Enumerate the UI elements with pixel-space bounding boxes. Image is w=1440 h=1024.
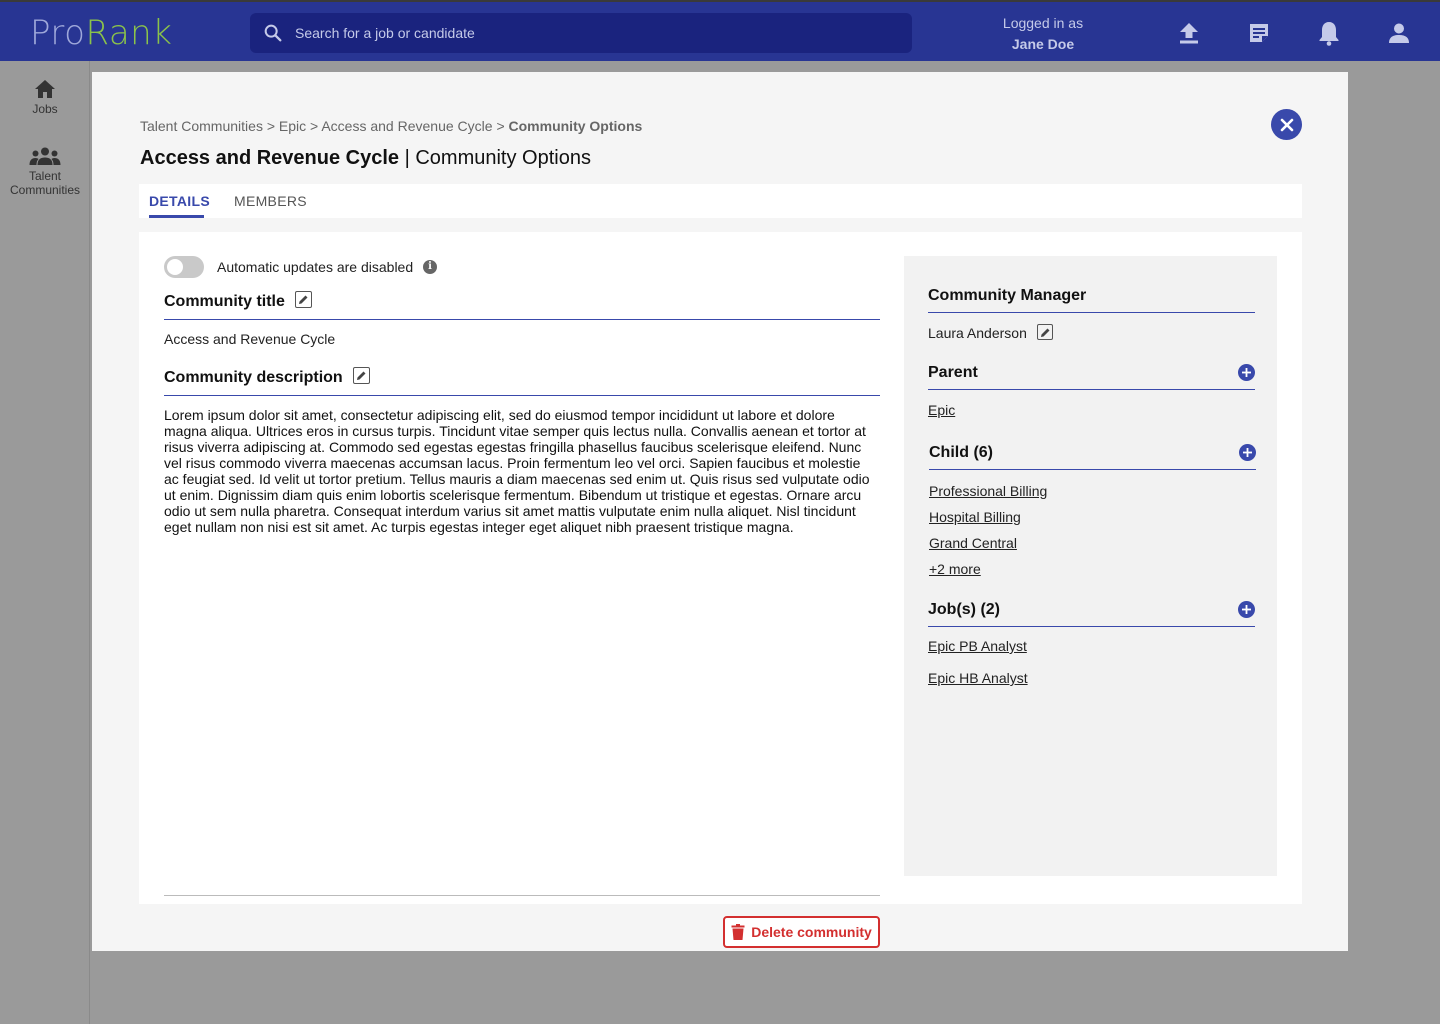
child-link[interactable]: Hospital Billing — [929, 509, 1021, 525]
manager-name-text: Laura Anderson — [928, 325, 1027, 341]
side-nav: Jobs Talent Communities — [0, 61, 90, 1024]
search-icon — [264, 24, 282, 42]
breadcrumb-access-revenue[interactable]: Access and Revenue Cycle — [321, 118, 492, 134]
breadcrumb-separator: > — [266, 118, 276, 134]
account-icon[interactable] — [1385, 19, 1413, 47]
breadcrumb-current: Community Options — [508, 118, 643, 134]
community-relations-panel: Community Manager Laura Anderson Parent … — [904, 256, 1277, 876]
close-button[interactable] — [1271, 109, 1302, 140]
parent-heading-text: Parent — [928, 364, 978, 381]
notes-icon[interactable] — [1245, 19, 1273, 47]
upload-icon[interactable] — [1175, 19, 1203, 47]
sidebar-item-talent-communities[interactable]: Talent Communities — [0, 147, 90, 197]
community-options-modal: Talent Communities > Epic > Access and R… — [92, 72, 1348, 951]
bell-icon[interactable] — [1315, 19, 1343, 47]
sidebar-item-jobs[interactable]: Jobs — [0, 79, 90, 116]
page-title: Access and Revenue Cycle | Community Opt… — [140, 147, 591, 170]
auto-update-toggle[interactable] — [164, 256, 204, 278]
parent-link-epic[interactable]: Epic — [928, 402, 955, 418]
community-manager-name: Laura Anderson — [928, 324, 1053, 342]
toggle-knob — [167, 259, 183, 275]
community-description-heading-text: Community description — [164, 369, 343, 386]
close-icon — [1280, 118, 1293, 131]
child-heading: Child (6) — [929, 444, 1256, 470]
add-parent-icon[interactable] — [1238, 364, 1255, 381]
search-input[interactable] — [295, 21, 895, 45]
people-icon — [29, 147, 61, 165]
community-manager-heading: Community Manager — [928, 287, 1255, 313]
auto-update-label: Automatic updates are disabled — [217, 259, 414, 275]
logged-in-label: Logged in as — [1002, 15, 1084, 31]
community-title-heading: Community title — [164, 291, 880, 320]
sidebar-item-label: Talent Communities — [9, 169, 81, 197]
tab-bar: DETAILS MEMBERS — [139, 184, 1302, 218]
trash-icon — [731, 924, 745, 940]
active-tab-indicator — [149, 215, 204, 218]
child-link[interactable]: Grand Central — [929, 535, 1017, 551]
community-manager-heading-text: Community Manager — [928, 287, 1087, 304]
logged-in-info: Logged in as Jane Doe — [983, 13, 1103, 55]
top-app-bar: ProRank Logged in as Jane Doe — [0, 0, 1440, 61]
edit-description-icon[interactable] — [353, 367, 371, 385]
page-title-section: Community Options — [415, 147, 591, 169]
job-link[interactable]: Epic PB Analyst — [928, 638, 1027, 654]
community-description-text: Lorem ipsum dolor sit amet, consectetur … — [164, 407, 870, 535]
user-name: Jane Doe — [1011, 36, 1075, 52]
jobs-heading: Job(s) (2) — [928, 601, 1255, 627]
jobs-heading-text: Job(s) (2) — [928, 601, 1000, 618]
page-title-separator: | — [404, 147, 410, 169]
community-title-value: Access and Revenue Cycle — [164, 331, 336, 347]
tab-details[interactable]: DETAILS — [149, 193, 210, 209]
home-icon — [35, 80, 55, 98]
prorank-logo[interactable]: ProRank — [30, 13, 172, 53]
edit-manager-icon[interactable] — [1036, 324, 1053, 341]
sidebar-item-label: Jobs — [32, 102, 58, 116]
child-heading-text: Child (6) — [929, 444, 993, 461]
add-child-icon[interactable] — [1239, 444, 1256, 461]
details-panel: Automatic updates are disabled i Communi… — [139, 232, 1302, 948]
parent-heading: Parent — [928, 364, 1255, 390]
child-more-link[interactable]: +2 more — [929, 561, 981, 577]
search-bar — [250, 13, 912, 53]
delete-community-label: Delete community — [751, 924, 872, 940]
edit-title-icon[interactable] — [295, 291, 313, 309]
community-title-heading-text: Community title — [164, 293, 285, 310]
breadcrumb-talent-communities[interactable]: Talent Communities — [140, 118, 263, 134]
add-job-icon[interactable] — [1238, 601, 1255, 618]
breadcrumb-epic[interactable]: Epic — [279, 118, 306, 134]
info-icon[interactable]: i — [423, 260, 437, 274]
tab-members[interactable]: MEMBERS — [234, 193, 307, 209]
breadcrumb-separator: > — [310, 118, 319, 134]
job-link[interactable]: Epic HB Analyst — [928, 670, 1028, 686]
child-link[interactable]: Professional Billing — [929, 483, 1047, 499]
divider — [164, 895, 880, 896]
logo-pro-text: Pro — [30, 13, 86, 53]
logo-rank-text: Rank — [85, 13, 173, 53]
delete-community-button[interactable]: Delete community — [723, 916, 880, 948]
breadcrumb: Talent Communities > Epic > Access and R… — [140, 118, 642, 134]
community-description-heading: Community description — [164, 367, 880, 396]
breadcrumb-separator: > — [496, 118, 505, 134]
page-title-community: Access and Revenue Cycle — [140, 147, 400, 169]
